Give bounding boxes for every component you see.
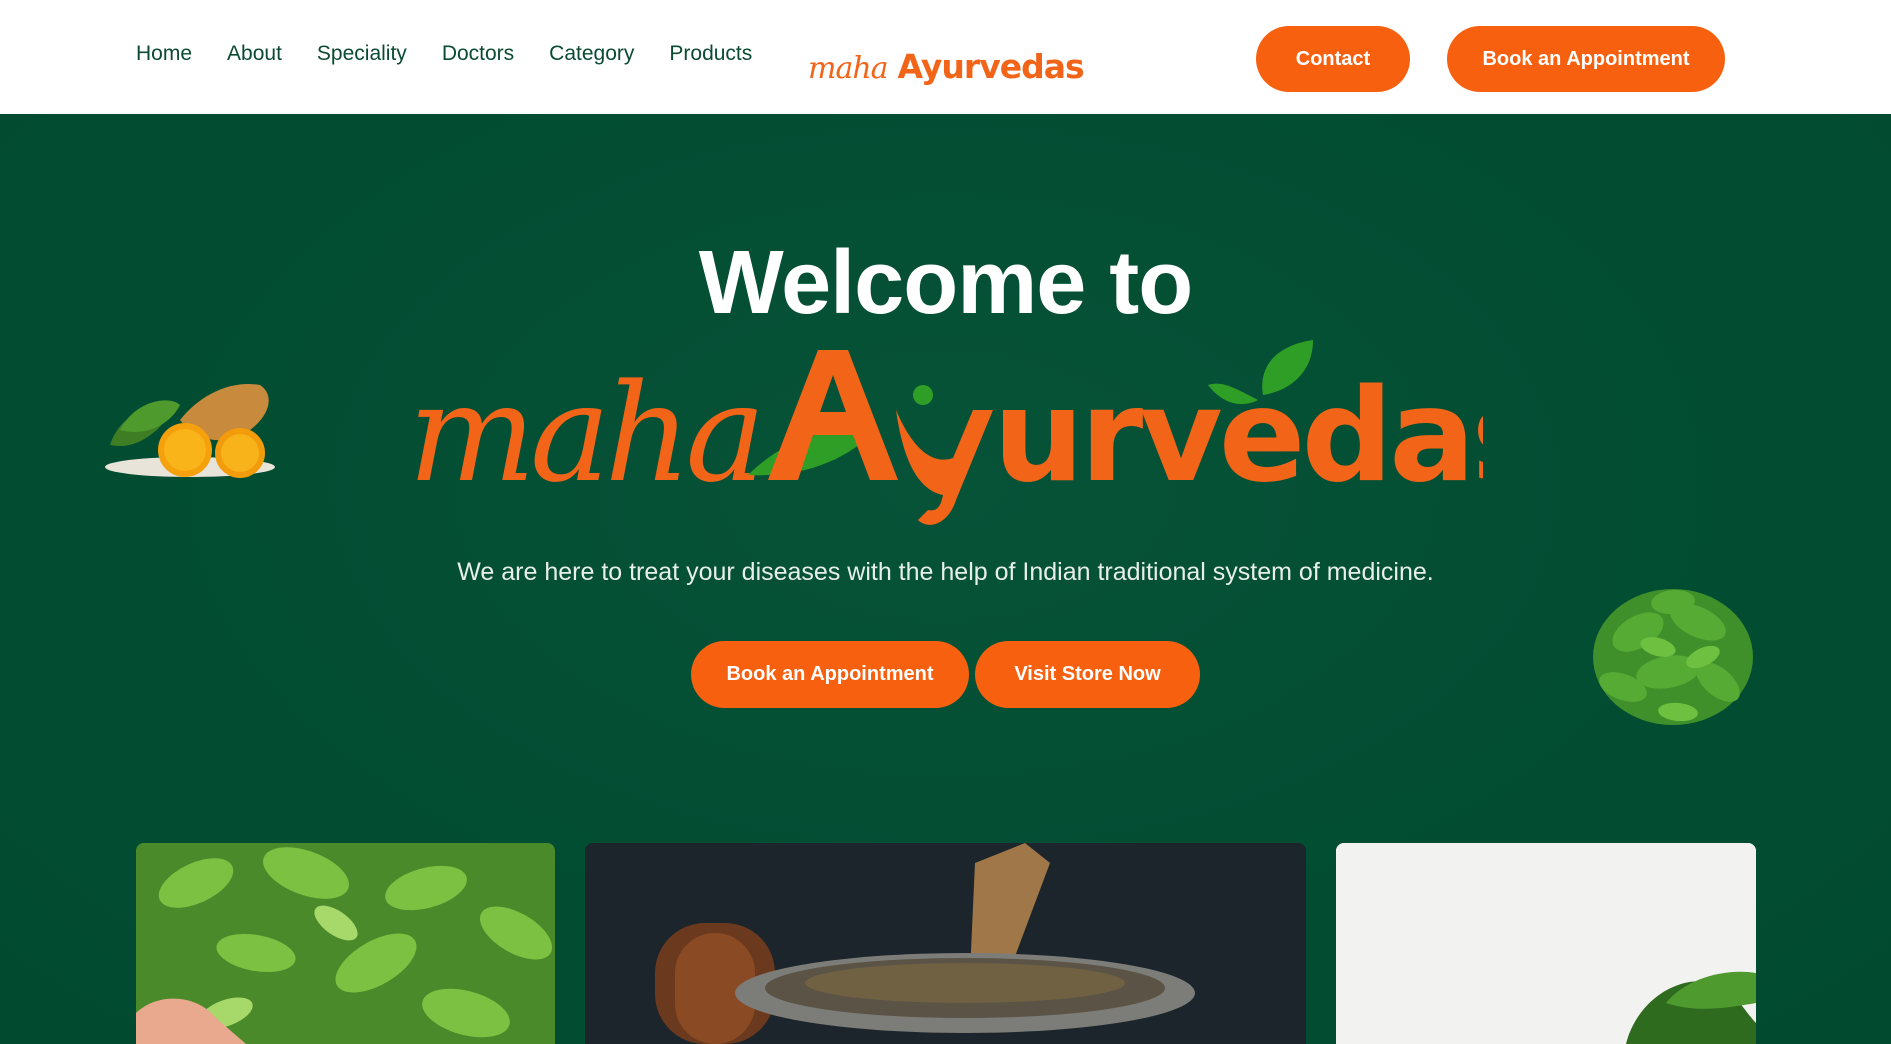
nav-category[interactable]: Category (549, 42, 634, 66)
mortar-pestle-card-image[interactable] (585, 843, 1306, 1044)
book-appointment-hero-button[interactable]: Book an Appointment (691, 641, 969, 708)
contact-button[interactable]: Contact (1256, 26, 1410, 92)
nav-products[interactable]: Products (669, 42, 752, 66)
hero-heading: Welcome to (698, 233, 1193, 333)
mint-card-image[interactable] (136, 843, 555, 1044)
visit-store-button[interactable]: Visit Store Now (975, 641, 1200, 708)
header-logo[interactable]: maha Ayurvedas (808, 30, 1085, 86)
svg-text:maha: maha (408, 355, 760, 512)
nav-doctors[interactable]: Doctors (442, 42, 514, 66)
nav-speciality[interactable]: Speciality (317, 42, 407, 66)
main-nav: Home About Speciality Doctors Category P… (136, 42, 752, 66)
logo-name: Ayurvedas (897, 47, 1085, 86)
hero-logo-graphic: maha urvedas (408, 340, 1548, 525)
nav-about[interactable]: About (227, 42, 282, 66)
turmeric-image (100, 375, 280, 480)
svg-text:urvedas: urvedas (993, 362, 1483, 511)
logo-prefix: maha (808, 51, 889, 86)
hero-logo: maha urvedas (408, 340, 1548, 530)
site-header: Home About Speciality Doctors Category P… (0, 0, 1891, 114)
basil-image (1578, 572, 1768, 742)
book-appointment-header-button[interactable]: Book an Appointment (1447, 26, 1725, 92)
leaves-bowl-card-image[interactable] (1336, 843, 1756, 1044)
nav-home[interactable]: Home (136, 42, 192, 66)
